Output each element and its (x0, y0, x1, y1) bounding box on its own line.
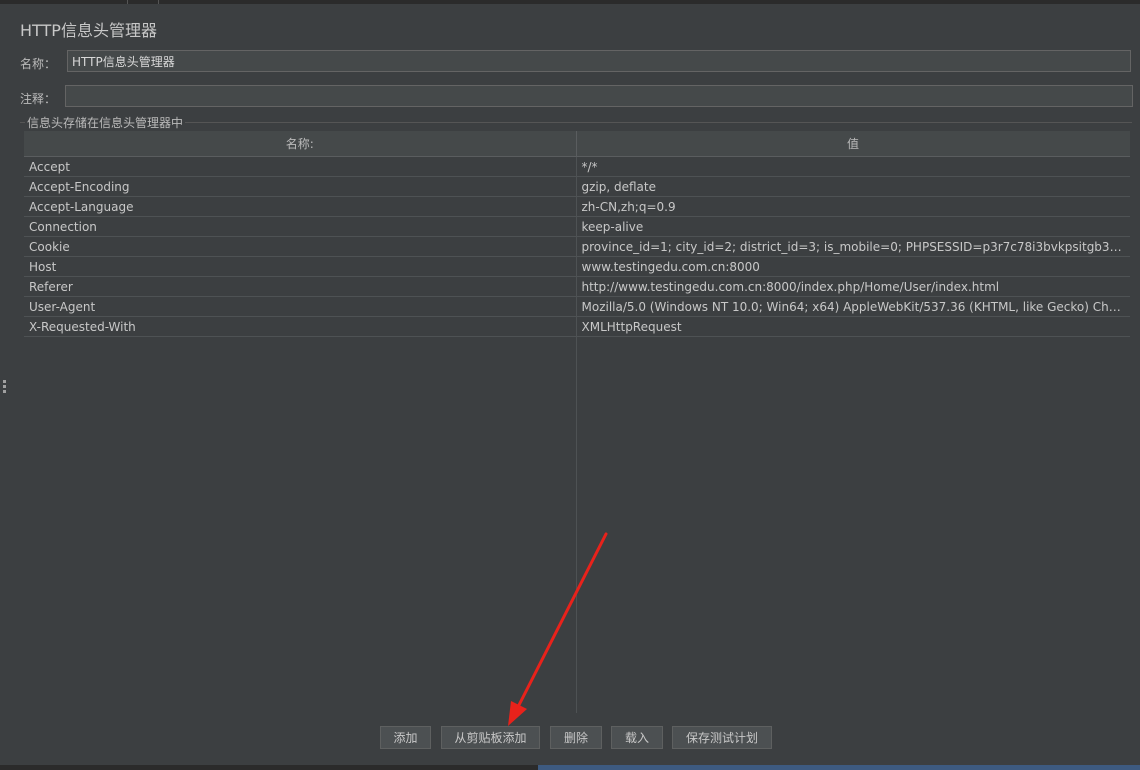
header-value-cell[interactable]: province_id=1; city_id=2; district_id=3;… (576, 236, 1130, 257)
header-name-cell[interactable]: Accept-Encoding (24, 176, 577, 197)
top-window-strip (0, 0, 1140, 4)
bottom-window-strip (0, 765, 1140, 770)
header-value-cell[interactable]: gzip, deflate (576, 176, 1130, 197)
headers-table[interactable]: 名称: 值 Accept */* Accept-Encoding gzip, d… (24, 131, 1130, 713)
table-row[interactable]: X-Requested-With XMLHttpRequest (24, 316, 1130, 337)
header-value-cell[interactable]: http://www.testingedu.com.cn:8000/index.… (576, 276, 1130, 297)
table-row[interactable]: User-Agent Mozilla/5.0 (Windows NT 10.0;… (24, 296, 1130, 317)
delete-button[interactable]: 删除 (550, 726, 602, 749)
header-name-cell[interactable]: X-Requested-With (24, 316, 577, 337)
header-value-cell[interactable]: keep-alive (576, 216, 1130, 237)
panel-title: HTTP信息头管理器 (20, 21, 157, 40)
header-name-cell[interactable]: Connection (24, 216, 577, 237)
column-header-name[interactable]: 名称: (24, 131, 577, 157)
group-border (20, 122, 1132, 123)
comment-label: 注释： (20, 92, 57, 106)
table-header-row: 名称: 值 (24, 131, 1130, 157)
table-row[interactable]: Host www.testingedu.com.cn:8000 (24, 256, 1130, 277)
header-name-cell[interactable]: Host (24, 256, 577, 277)
header-value-cell[interactable]: www.testingedu.com.cn:8000 (576, 256, 1130, 277)
header-name-cell[interactable]: User-Agent (24, 296, 577, 317)
table-row[interactable]: Cookie province_id=1; city_id=2; distric… (24, 236, 1130, 257)
table-row[interactable]: Accept */* (24, 156, 1130, 177)
table-row[interactable]: Accept-Language zh-CN,zh;q=0.9 (24, 196, 1130, 217)
table-row[interactable]: Accept-Encoding gzip, deflate (24, 176, 1130, 197)
table-row[interactable]: Connection keep-alive (24, 216, 1130, 237)
header-value-cell[interactable]: XMLHttpRequest (576, 316, 1130, 337)
add-from-clipboard-button[interactable]: 从剪贴板添加 (441, 726, 540, 749)
headers-group-title: 信息头存储在信息头管理器中 (25, 114, 186, 131)
save-test-plan-button[interactable]: 保存测试计划 (672, 726, 772, 749)
load-button[interactable]: 载入 (611, 726, 663, 749)
header-value-cell[interactable]: zh-CN,zh;q=0.9 (576, 196, 1130, 217)
header-value-cell[interactable]: */* (576, 156, 1130, 177)
header-name-cell[interactable]: Accept (24, 156, 577, 177)
table-row[interactable]: Referer http://www.testingedu.com.cn:800… (24, 276, 1130, 297)
header-value-cell[interactable]: Mozilla/5.0 (Windows NT 10.0; Win64; x64… (576, 296, 1130, 317)
add-button[interactable]: 添加 (380, 726, 431, 749)
comment-input[interactable] (65, 85, 1133, 107)
header-name-cell[interactable]: Referer (24, 276, 577, 297)
name-label: 名称： (20, 57, 57, 71)
selection-highlight (538, 765, 1140, 770)
column-header-value[interactable]: 值 (576, 131, 1130, 157)
name-input[interactable] (67, 50, 1131, 72)
header-name-cell[interactable]: Accept-Language (24, 196, 577, 217)
header-name-cell[interactable]: Cookie (24, 236, 577, 257)
splitter-grip-icon[interactable] (3, 380, 6, 395)
